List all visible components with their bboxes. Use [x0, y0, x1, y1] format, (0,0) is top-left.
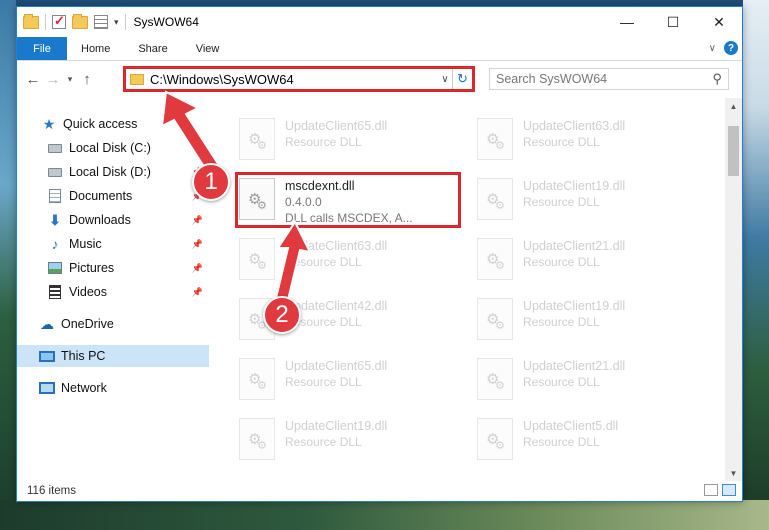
step-1-badge: 1 [192, 163, 230, 201]
step-2-badge: 2 [263, 296, 301, 334]
arrow-to-file [274, 219, 312, 302]
callout-arrows [160, 90, 312, 302]
